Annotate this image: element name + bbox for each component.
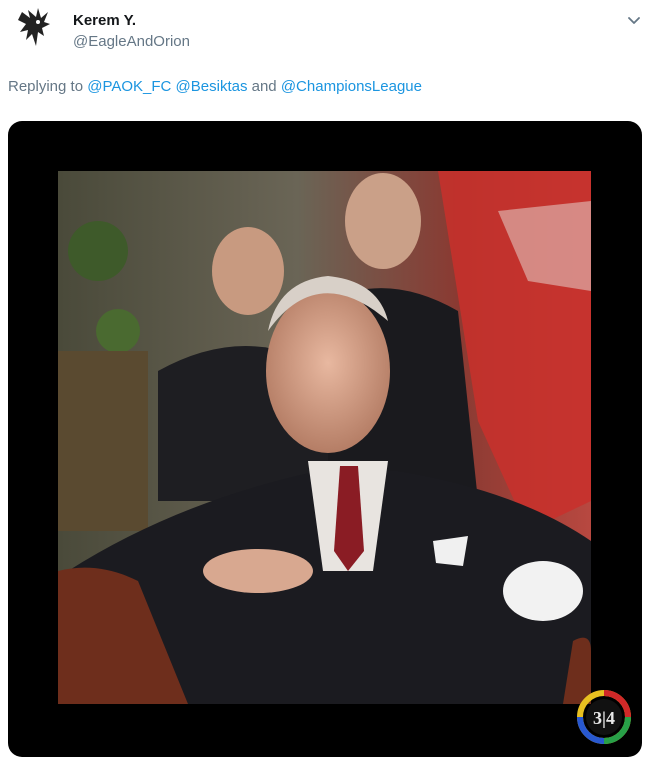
author-name[interactable]: Kerem Y.	[73, 12, 136, 29]
mention-link-besiktas[interactable]: @Besiktas	[176, 78, 248, 95]
tweet-menu-button[interactable]	[626, 12, 642, 28]
watermark-logo: 3|4	[576, 689, 632, 745]
watermark-text: 3|4	[593, 708, 615, 728]
replying-to-label: Replying to	[8, 78, 88, 95]
watermark-ring-icon: 3|4	[577, 690, 631, 744]
avatar[interactable]	[8, 2, 60, 54]
portrait-photo	[58, 171, 591, 704]
replying-to-line: Replying to @PAOK_FC @Besiktas and @Cham…	[8, 78, 422, 95]
mention-link-paok[interactable]: @PAOK_FC	[87, 78, 171, 95]
eagle-emblem-icon	[9, 3, 59, 53]
mention-link-championsleague[interactable]: @ChampionsLeague	[281, 78, 422, 95]
chevron-down-icon	[628, 17, 640, 24]
tweet-media[interactable]: 3|4	[8, 121, 642, 757]
reply-conjunction: and	[247, 78, 281, 95]
author-handle[interactable]: @EagleAndOrion	[73, 33, 190, 50]
